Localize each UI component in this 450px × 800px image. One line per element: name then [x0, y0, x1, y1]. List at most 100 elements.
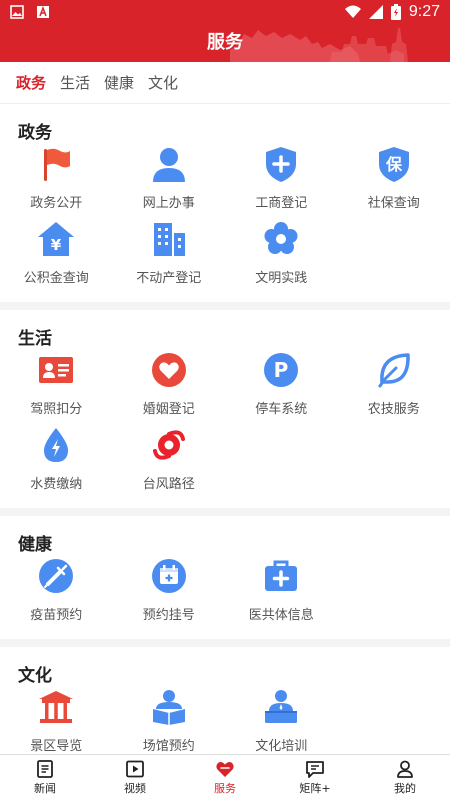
heart-icon [151, 353, 186, 387]
flower-icon [264, 222, 298, 254]
service-item-jingqu-daolan[interactable]: 景区导览 [0, 687, 113, 754]
service-item-jiazhao-koufen[interactable]: 驾照扣分 [0, 350, 113, 425]
service-content: 政务 政务公开 网上办事 工商登记 保 社保查询 ¥ 公积金查询 不动产登记 文… [0, 104, 450, 754]
service-item-taifeng-lujing[interactable]: 台风路径 [113, 425, 226, 500]
svg-text:保: 保 [385, 155, 403, 174]
reader-icon [152, 690, 185, 725]
pavilion-icon [39, 691, 74, 723]
status-right: 9:27 [344, 3, 440, 21]
section-title: 政务 [18, 123, 52, 143]
service-item-label: 网上办事 [142, 196, 195, 211]
signal-icon [368, 5, 383, 19]
nav-label: 新闻 [34, 782, 56, 795]
calendar-plus-icon [151, 559, 186, 593]
section-title: 健康 [18, 535, 52, 555]
nav-label: 矩阵+ [299, 782, 331, 795]
nav-news[interactable]: 新闻 [0, 755, 90, 800]
tab-jiankang[interactable]: 健康 [104, 72, 134, 93]
tab-wenhua[interactable]: 文化 [148, 72, 178, 93]
status-bar: 9:27 [0, 0, 450, 24]
tab-shenghuo[interactable]: 生活 [60, 72, 90, 93]
service-item-zhengwu-gongkai[interactable]: 政务公开 [0, 144, 113, 219]
service-item-label: 场馆预约 [142, 739, 195, 754]
status-time: 9:27 [408, 3, 440, 20]
service-icon [216, 762, 234, 777]
service-item-label: 台风路径 [142, 477, 195, 492]
section-shenghuo: 生活 驾照扣分 婚姻登记 P 停车系统 农技服务 水费缴纳 台风路径 [0, 310, 450, 508]
font-app-icon [37, 5, 49, 18]
service-item-yigongti-xinxi[interactable]: 医共体信息 [225, 556, 338, 631]
app-header: 服务 [0, 24, 450, 62]
service-item-label: 不动产登记 [136, 271, 202, 286]
service-item-label: 农技服务 [367, 402, 420, 417]
section-wenhua: 文化 景区导览 场馆预约 文化培训 [0, 647, 450, 754]
service-item-label: 工商登记 [255, 196, 308, 211]
leaf-icon [378, 353, 410, 388]
gallery-icon [10, 5, 24, 19]
nav-label: 服务 [214, 782, 236, 795]
svg-text:P: P [274, 358, 289, 382]
house-yuan-icon: ¥ [38, 222, 75, 256]
service-grid: 疫苗预约 预约挂号 医共体信息 [0, 556, 450, 631]
service-item-label: 社保查询 [367, 196, 420, 211]
svg-text:¥: ¥ [51, 236, 62, 254]
service-item-wenhua-peixun[interactable]: 文化培训 [225, 687, 338, 754]
service-item-changguan-yuyue[interactable]: 场馆预约 [113, 687, 226, 754]
service-item-label: 景区导览 [30, 739, 83, 754]
syringe-icon [39, 559, 74, 593]
tab-zhengwu[interactable]: 政务 [16, 72, 46, 93]
service-item-shebao-chaxun[interactable]: 保 社保查询 [338, 144, 450, 219]
service-item-hunyin-dengji[interactable]: 婚姻登记 [113, 350, 226, 425]
service-item-wenming-shijian[interactable]: 文明实践 [225, 219, 338, 294]
nav-service[interactable]: 服务 [180, 755, 270, 800]
nav-label: 视频 [124, 782, 146, 795]
id-card-icon [39, 357, 74, 383]
nav-matrix[interactable]: 矩阵+ [270, 755, 360, 800]
section-title: 生活 [18, 329, 52, 349]
person-icon [152, 148, 185, 182]
category-tabs: 政务 生活 健康 文化 [0, 62, 450, 104]
news-icon [37, 760, 53, 778]
lecturer-icon [265, 690, 298, 723]
app-root: 9:27 服务 政务 生活 健康 文化 政务 政务公开 网上办事 工商登记 保 … [0, 0, 450, 800]
typhoon-icon [152, 430, 185, 460]
medical-kit-icon [265, 560, 298, 591]
nav-label: 我的 [394, 782, 416, 795]
nav-mine[interactable]: 我的 [360, 755, 450, 800]
water-drop-icon [44, 428, 69, 462]
service-item-label: 水费缴纳 [30, 477, 83, 492]
wifi-icon [344, 5, 361, 18]
service-item-label: 婚姻登记 [142, 402, 195, 417]
flag-icon [44, 148, 71, 181]
service-item-label: 文化培训 [255, 739, 308, 754]
parking-icon: P [264, 353, 299, 387]
service-item-label: 疫苗预约 [30, 608, 83, 623]
video-icon [126, 760, 144, 778]
status-left [10, 5, 50, 19]
service-item-gongshang-dengji[interactable]: 工商登记 [225, 144, 338, 219]
buildings-icon [153, 223, 185, 256]
bottom-navigation: 新闻 视频 服务 矩阵+ 我的 [0, 754, 450, 800]
service-item-label: 医共体信息 [248, 608, 314, 623]
service-item-label: 预约挂号 [142, 608, 195, 623]
service-item-label: 停车系统 [255, 402, 308, 417]
battery-icon [390, 4, 401, 20]
service-item-yuyue-guahao[interactable]: 预约挂号 [113, 556, 226, 631]
service-item-label: 政务公开 [30, 196, 83, 211]
nav-video[interactable]: 视频 [90, 755, 180, 800]
shield-bao-icon: 保 [378, 147, 409, 182]
service-item-budongchan-dengji[interactable]: 不动产登记 [113, 219, 226, 294]
service-item-label: 文明实践 [255, 271, 308, 286]
shield-plus-icon [266, 147, 297, 182]
service-item-yimiao-yuyue[interactable]: 疫苗预约 [0, 556, 113, 631]
service-grid: 驾照扣分 婚姻登记 P 停车系统 农技服务 水费缴纳 台风路径 [0, 350, 450, 500]
page-title: 服务 [207, 32, 243, 53]
section-zhengwu: 政务 政务公开 网上办事 工商登记 保 社保查询 ¥ 公积金查询 不动产登记 文… [0, 104, 450, 302]
user-icon [397, 760, 413, 778]
service-item-nongji-fuwu[interactable]: 农技服务 [338, 350, 450, 425]
service-item-tingche-xitong[interactable]: P 停车系统 [225, 350, 338, 425]
service-grid: 政务公开 网上办事 工商登记 保 社保查询 ¥ 公积金查询 不动产登记 文明实践 [0, 144, 450, 294]
service-item-gongjijin-chaxun[interactable]: ¥ 公积金查询 [0, 219, 113, 294]
service-item-shuifei-jiaona[interactable]: 水费缴纳 [0, 425, 113, 500]
service-item-wangshang-banshi[interactable]: 网上办事 [113, 144, 226, 219]
